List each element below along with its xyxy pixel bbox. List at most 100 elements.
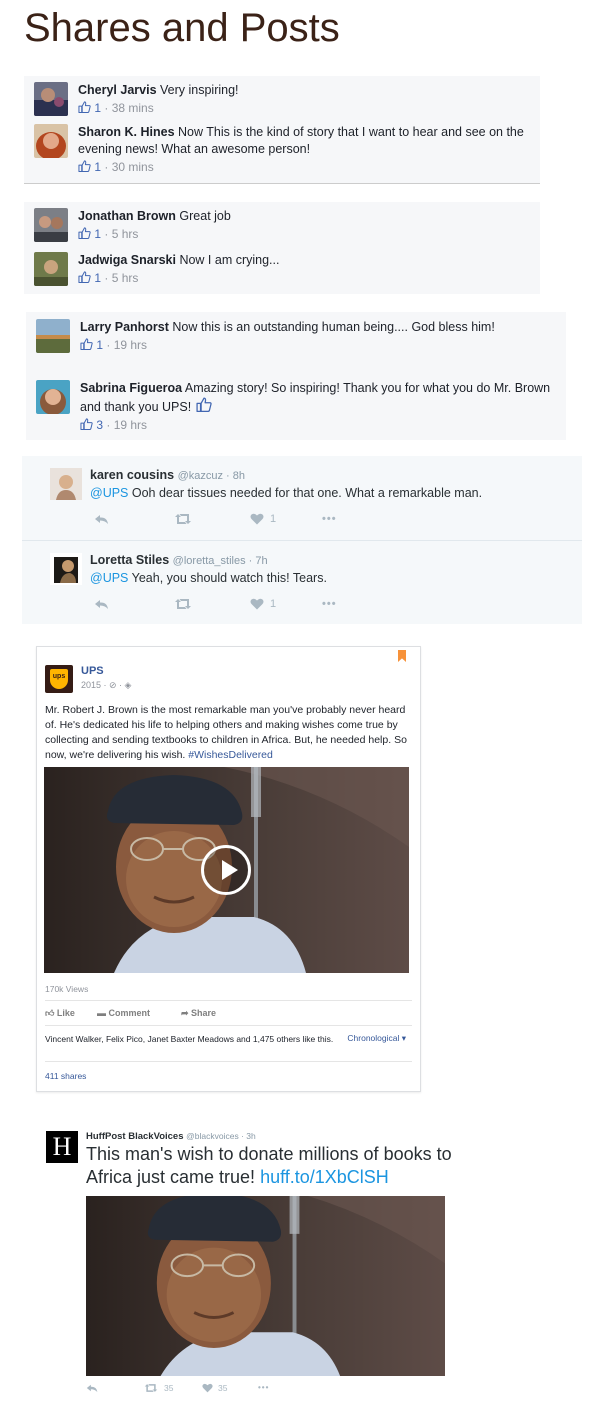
like-count: 1 [94, 271, 102, 285]
retweet-icon[interactable] [144, 1383, 158, 1393]
commenter-name[interactable]: Sharon K. Hines [78, 125, 175, 139]
like-count: 1 [270, 598, 277, 610]
tweet-time[interactable]: 3h [246, 1131, 255, 1141]
tweet-body-text: Ooh dear tissues needed for that one. Wh… [128, 486, 483, 500]
avatar[interactable] [34, 124, 68, 158]
facebook-comment-group: Cheryl Jarvis Very inspiring! 1 · 38 min… [24, 76, 540, 184]
commenter-name[interactable]: Sabrina Figueroa [80, 381, 182, 395]
divider [45, 1025, 412, 1026]
comment-time[interactable]: 19 hrs [114, 418, 147, 432]
view-count: 170k Views [45, 984, 89, 994]
comment-item: Cheryl Jarvis Very inspiring! 1 · 38 min… [34, 82, 530, 118]
like-icon[interactable] [80, 418, 93, 430]
like-heart-icon[interactable] [202, 1383, 213, 1393]
play-icon[interactable] [201, 845, 251, 895]
hashtag-link[interactable]: #WishesDelivered [188, 749, 273, 761]
avatar[interactable] [36, 319, 70, 353]
bookmark-icon[interactable] [398, 650, 406, 662]
tweet-header: HuffPost BlackVoices @blackvoices · 3h [86, 1131, 256, 1142]
comment-text: Now this is an outstanding human being..… [172, 320, 495, 334]
tweet-header: karen cousins @kazcuz · 8h [90, 468, 245, 482]
avatar[interactable] [36, 380, 70, 414]
comment-icon: ▬ [97, 1008, 109, 1018]
like-count: 35 [218, 1383, 228, 1393]
thumbs-up-icon: 👍︎ [45, 1008, 57, 1018]
like-count: 1 [94, 160, 102, 174]
tweet-author[interactable]: HuffPost BlackVoices [86, 1131, 184, 1142]
video-player[interactable] [44, 767, 409, 973]
comment-meta: 1 · 19 hrs [80, 337, 556, 354]
tweet-image[interactable] [86, 1196, 445, 1376]
tweet-link[interactable]: huff.to/1XbClSH [260, 1167, 389, 1187]
tweet-handle[interactable]: @kazcuz [178, 470, 223, 482]
comment-time[interactable]: 5 hrs [112, 271, 139, 285]
comment-time[interactable]: 38 mins [112, 101, 154, 115]
like-icon[interactable] [78, 160, 91, 172]
comment-text: Now I am crying... [179, 253, 280, 267]
commenter-name[interactable]: Jonathan Brown [78, 209, 176, 223]
tweet-handle[interactable]: @loretta_stiles [173, 555, 246, 567]
reply-icon[interactable] [94, 598, 110, 610]
comment-item: Sharon K. Hines Now This is the kind of … [34, 124, 530, 176]
avatar[interactable] [50, 553, 82, 585]
tweet-author[interactable]: Loretta Stiles [90, 553, 169, 567]
avatar[interactable] [34, 252, 68, 286]
comment-time[interactable]: 19 hrs [114, 338, 147, 352]
tweet-mention[interactable]: @UPS [90, 486, 128, 500]
like-count: 1 [96, 338, 104, 352]
retweet-icon[interactable] [174, 513, 192, 525]
avatar[interactable] [34, 82, 68, 116]
comment-item: Jadwiga Snarski Now I am crying... 1 · 5… [34, 252, 530, 288]
tweet-actions: 35 35 ••• [86, 1383, 286, 1397]
ups-facebook-post: ups UPS 2015 · ⊘ · ◈ Mr. Robert J. Brown… [36, 646, 421, 1092]
more-icon[interactable]: ••• [258, 1383, 269, 1392]
like-button[interactable]: 👍︎ Like [45, 1008, 75, 1019]
comment-item: Jonathan Brown Great job 1 · 5 hrs [34, 208, 530, 244]
like-icon[interactable] [78, 101, 91, 113]
tweet-handle[interactable]: @blackvoices [186, 1131, 239, 1141]
comment-meta: 3 · 19 hrs [80, 417, 556, 434]
post-date[interactable]: 2015 · ⊘ · ◈ [81, 680, 131, 691]
retweet-icon[interactable] [174, 598, 192, 610]
like-icon[interactable] [78, 227, 91, 239]
tweet-author[interactable]: karen cousins [90, 468, 174, 482]
comment-time[interactable]: 30 mins [112, 160, 154, 174]
share-icon: ➦ [181, 1008, 192, 1018]
tweet-time[interactable]: 8h [233, 470, 245, 482]
sort-dropdown[interactable]: Chronological ▾ [347, 1033, 406, 1044]
tweet-mention[interactable]: @UPS [90, 571, 128, 585]
like-heart-icon[interactable] [250, 598, 264, 610]
comment-meta: 1 · 30 mins [78, 159, 530, 176]
comment-item: Larry Panhorst Now this is an outstandin… [36, 319, 556, 373]
tweet: Loretta Stiles @loretta_stiles · 7h @UPS… [22, 540, 582, 624]
like-heart-icon[interactable] [250, 513, 264, 525]
page-name[interactable]: UPS [81, 665, 104, 677]
like-icon[interactable] [195, 397, 213, 412]
comment-meta: 1 · 5 hrs [78, 226, 530, 243]
more-icon[interactable]: ••• [322, 598, 337, 610]
comment-time[interactable]: 5 hrs [112, 227, 139, 241]
facebook-comment-group: Larry Panhorst Now this is an outstandin… [26, 312, 566, 440]
avatar[interactable] [34, 208, 68, 242]
reply-icon[interactable] [94, 513, 110, 525]
reply-icon[interactable] [86, 1383, 99, 1393]
comment-content: Sabrina Figueroa Amazing story! So inspi… [80, 380, 556, 434]
avatar[interactable] [50, 468, 82, 500]
shares-count[interactable]: 411 shares [45, 1071, 86, 1081]
likers-text[interactable]: Vincent Walker, Felix Pico, Janet Baxter… [45, 1033, 335, 1045]
facebook-comment-group: Jonathan Brown Great job 1 · 5 hrs Jadwi… [24, 202, 540, 294]
huffpost-logo[interactable]: H [46, 1131, 78, 1163]
comment-button[interactable]: ▬ Comment [97, 1008, 150, 1018]
portrait-image [86, 1196, 445, 1376]
more-icon[interactable]: ••• [322, 513, 337, 525]
share-button[interactable]: ➦ Share [181, 1008, 216, 1019]
ups-logo[interactable]: ups [45, 665, 73, 693]
like-icon[interactable] [78, 271, 91, 283]
comment-item: Sabrina Figueroa Amazing story! So inspi… [36, 380, 556, 434]
commenter-name[interactable]: Larry Panhorst [80, 320, 169, 334]
like-icon[interactable] [80, 338, 93, 350]
tweet-time[interactable]: 7h [255, 555, 267, 567]
commenter-name[interactable]: Cheryl Jarvis [78, 83, 157, 97]
commenter-name[interactable]: Jadwiga Snarski [78, 253, 176, 267]
comment-content: Cheryl Jarvis Very inspiring! 1 · 38 min… [78, 82, 530, 117]
